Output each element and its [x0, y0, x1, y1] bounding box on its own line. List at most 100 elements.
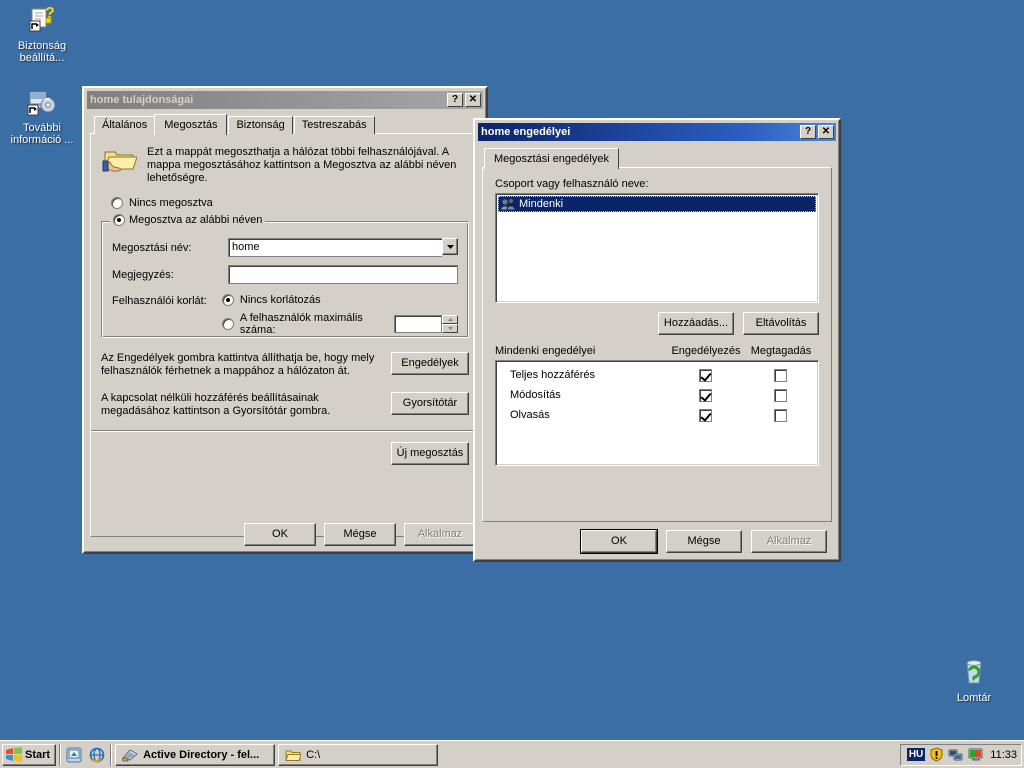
list-item-label: Mindenki — [519, 198, 564, 210]
tab-biztonsag[interactable]: Biztonság — [228, 116, 293, 134]
desktop-icon-recycle-bin[interactable]: Lomtár — [936, 656, 1012, 704]
display-settings-icon[interactable] — [968, 747, 984, 762]
folder-icon — [285, 748, 302, 762]
help-button[interactable]: ? — [800, 125, 816, 139]
taskbutton-c-drive[interactable]: C:\ — [278, 743, 439, 766]
start-button[interactable]: Start — [2, 743, 57, 766]
table-row[interactable]: Olvasás — [496, 405, 818, 425]
radio-not-shared[interactable]: Nincs megosztva — [111, 197, 469, 209]
taskbar[interactable]: Start Active Directory - fel... C:\ HU 1… — [0, 740, 1024, 768]
tab-megosztasi-engedelyek[interactable]: Megosztási engedélyek — [484, 148, 619, 169]
permissions-ok-button[interactable]: OK — [581, 530, 657, 553]
permissions-table[interactable]: Teljes hozzáférés Módosítás Olvasás — [495, 360, 819, 466]
radio-not-shared-label: Nincs megosztva — [129, 197, 213, 209]
media-cd-shortcut-icon — [26, 86, 58, 118]
network-connection-icon[interactable] — [948, 747, 964, 762]
radio-unlimited-users-indicator[interactable] — [221, 294, 234, 306]
new-share-button[interactable]: Új megosztás — [391, 442, 469, 465]
permission-label: Teljes hozzáférés — [510, 369, 595, 381]
deny-checkbox[interactable] — [773, 408, 787, 422]
permissions-button[interactable]: Engedélyek — [391, 352, 469, 375]
allow-checkbox[interactable] — [698, 408, 712, 422]
users-group-icon — [500, 197, 516, 211]
radio-shared[interactable]: Megosztva az alábbi néven — [110, 214, 266, 226]
desktop: ? Biztonság beállítá... További informác… — [0, 0, 1024, 768]
group-list[interactable]: Mindenki — [495, 193, 819, 303]
permissions-dialog[interactable]: home engedélyei ? ✕ Megosztási engedélye… — [473, 118, 841, 562]
max-users-input[interactable] — [394, 315, 442, 333]
table-row[interactable]: Teljes hozzáférés — [496, 365, 818, 385]
properties-ok-button[interactable]: OK — [244, 523, 316, 546]
desktop-icon-more-information[interactable]: További információ ... — [4, 86, 80, 146]
taskbutton-label: C:\ — [306, 748, 321, 761]
share-name-input[interactable]: home — [227, 238, 442, 257]
show-desktop-icon[interactable] — [64, 745, 84, 765]
taskbutton-active-directory[interactable]: Active Directory - fel... — [115, 743, 276, 766]
clock[interactable]: 11:33 — [988, 749, 1017, 761]
group-list-label: Csoport vagy felhasználó neve: — [495, 178, 649, 190]
desktop-icon-label: További információ ... — [10, 122, 74, 146]
divider — [91, 430, 479, 432]
deny-checkbox[interactable] — [773, 388, 787, 402]
permissions-cancel-button[interactable]: Mégse — [666, 530, 742, 553]
taskbar-separator — [59, 743, 62, 766]
permissions-tabstrip[interactable]: Megosztási engedélyek — [482, 147, 832, 169]
help-button[interactable]: ? — [447, 93, 463, 107]
active-directory-icon — [122, 748, 138, 762]
spinner-up-icon[interactable] — [442, 315, 458, 324]
radio-unlimited-users[interactable]: Nincs korlátozás — [221, 294, 458, 306]
spinner-down-icon[interactable] — [442, 324, 458, 333]
permission-label: Olvasás — [510, 409, 550, 421]
shared-groupbox: Megosztva az alábbi néven Megosztási név… — [101, 214, 469, 338]
comment-input[interactable] — [227, 265, 458, 284]
cache-button[interactable]: Gyorsítótár — [391, 392, 469, 415]
radio-not-shared-indicator[interactable] — [111, 197, 123, 209]
close-icon[interactable]: ✕ — [465, 93, 481, 107]
properties-dialog-titlebar[interactable]: home tulajdonságai ? ✕ — [87, 91, 483, 109]
radio-unlimited-users-label: Nincs korlátozás — [239, 294, 321, 306]
chevron-down-icon[interactable] — [442, 238, 458, 255]
language-indicator[interactable]: HU — [906, 748, 926, 761]
properties-tabstrip[interactable]: Általános Megosztás Biztonság Testreszab… — [90, 113, 480, 135]
internet-explorer-icon[interactable] — [87, 745, 107, 765]
taskbutton-label: Active Directory - fel... — [143, 748, 260, 761]
user-limit-label: Felhasználói korlát: — [112, 295, 207, 307]
share-tab-panel: Ezt a mappát megoszthatja a hálózat több… — [90, 133, 480, 537]
properties-cancel-button[interactable]: Mégse — [324, 523, 396, 546]
desktop-icon-security-settings[interactable]: ? Biztonság beállítá... — [4, 4, 80, 64]
deny-checkbox[interactable] — [773, 368, 787, 382]
radio-shared-label: Megosztva az alábbi néven — [129, 214, 263, 226]
shared-folder-icon — [101, 144, 138, 185]
add-button[interactable]: Hozzáadás... — [658, 312, 734, 335]
allow-checkbox[interactable] — [698, 388, 712, 402]
desktop-icon-label: Lomtár — [956, 692, 992, 704]
tab-testreszabas[interactable]: Testreszabás — [293, 116, 375, 134]
table-row[interactable]: Módosítás — [496, 385, 818, 405]
share-description: Ezt a mappát megoszthatja a hálózat több… — [147, 146, 457, 184]
share-name-label: Megosztási név: — [112, 241, 192, 254]
radio-shared-indicator[interactable] — [113, 214, 125, 226]
list-item[interactable]: Mindenki — [498, 196, 816, 212]
windows-logo-icon — [6, 747, 22, 762]
column-header-allow: Engedélyezés — [671, 345, 741, 357]
tab-altalanos[interactable]: Általános — [94, 116, 156, 134]
radio-max-users-indicator[interactable] — [221, 318, 234, 330]
permissions-dialog-title: home engedélyei — [481, 126, 571, 138]
radio-max-users-label: A felhasználók maximális száma: — [239, 312, 363, 336]
desktop-icon-label: Biztonság beállítá... — [17, 40, 67, 64]
tab-megosztas[interactable]: Megosztás — [154, 114, 228, 135]
allow-checkbox[interactable] — [698, 368, 712, 382]
system-tray[interactable]: HU 11:33 — [899, 743, 1022, 766]
properties-dialog[interactable]: home tulajdonságai ? ✕ Általános Megoszt… — [82, 86, 488, 554]
permissions-dialog-titlebar[interactable]: home engedélyei ? ✕ — [478, 123, 836, 141]
start-button-label: Start — [25, 748, 51, 761]
remove-button[interactable]: Eltávolítás — [743, 312, 819, 335]
permissions-table-title: Mindenki engedélyei — [495, 345, 596, 357]
close-icon[interactable]: ✕ — [818, 125, 834, 139]
properties-dialog-title: home tulajdonságai — [90, 94, 194, 106]
column-header-deny: Megtagadás — [750, 345, 812, 357]
share-permissions-panel: Csoport vagy felhasználó neve: Mindenki … — [482, 167, 832, 522]
security-shield-icon[interactable] — [929, 747, 944, 762]
max-users-spinner[interactable] — [442, 315, 458, 333]
radio-max-users[interactable]: A felhasználók maximális száma: — [221, 312, 458, 336]
